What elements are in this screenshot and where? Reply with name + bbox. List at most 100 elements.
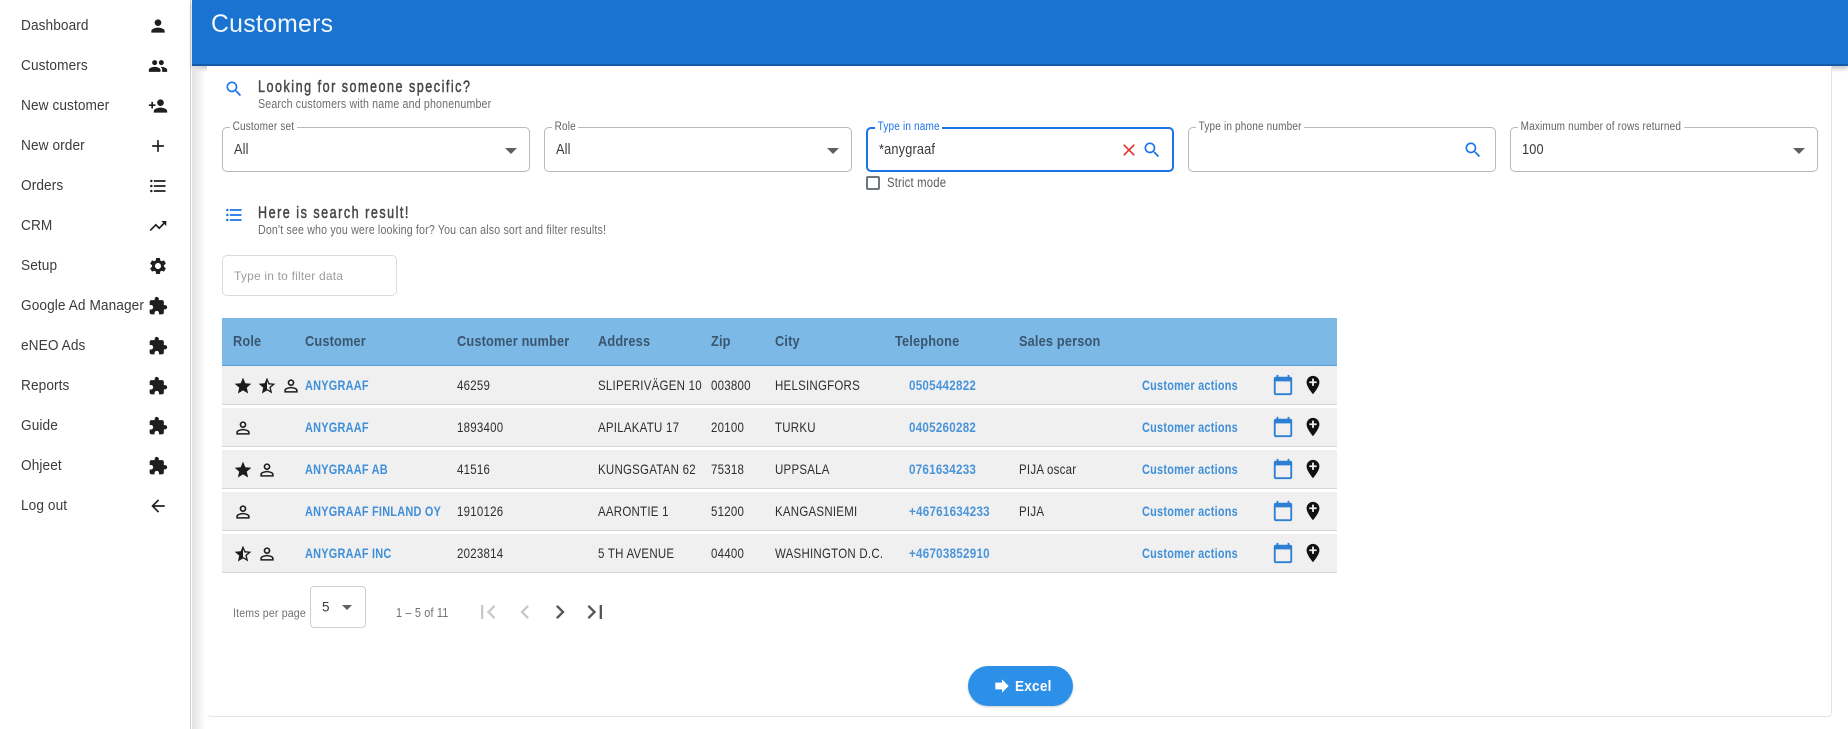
strict-mode-label: Strict mode	[887, 175, 946, 190]
trending-up-icon	[148, 216, 168, 236]
last-page-button[interactable]	[581, 598, 609, 626]
sidebar-item-label: New customer	[21, 86, 109, 126]
add-location-icon[interactable]	[1302, 458, 1324, 480]
person-icon	[148, 16, 168, 36]
sidebar-item-new-customer[interactable]: New customer	[0, 86, 190, 126]
sidebar-item-crm[interactable]: CRM	[0, 206, 190, 246]
table-header: Role Customer Customer number Address Zi…	[222, 318, 1337, 366]
sidebar-item-dashboard[interactable]: Dashboard	[0, 6, 190, 46]
telephone-link[interactable]: 0761634233	[909, 450, 976, 489]
sidebar-item-guide[interactable]: Guide	[0, 406, 190, 446]
col-customer[interactable]: Customer	[305, 318, 366, 365]
sidebar-item-ohjeet[interactable]: Ohjeet	[0, 446, 190, 486]
sidebar-item-customers[interactable]: Customers	[0, 46, 190, 86]
search-name-icon[interactable]	[1142, 140, 1162, 160]
col-city[interactable]: City	[775, 318, 800, 365]
col-address[interactable]: Address	[598, 318, 650, 365]
search-phone-icon[interactable]	[1463, 140, 1483, 160]
settings-icon	[148, 256, 168, 276]
customer-actions-link[interactable]: Customer actions	[1142, 408, 1238, 447]
customer-link[interactable]: ANYGRAAF AB	[305, 450, 388, 489]
excel-button-label: Excel	[1015, 678, 1052, 695]
telephone-link[interactable]: 0405260282	[909, 408, 976, 447]
calendar-icon[interactable]	[1272, 542, 1294, 564]
chevron-down-icon	[505, 148, 517, 154]
add-icon	[148, 136, 168, 156]
sidebar-item-label: New order	[21, 126, 85, 166]
star-half-icon	[257, 376, 277, 396]
extension-icon	[148, 416, 168, 436]
customer-number-cell: 46259	[457, 366, 490, 405]
add-location-icon[interactable]	[1302, 416, 1324, 438]
sidebar-item-reports[interactable]: Reports	[0, 366, 190, 406]
extension-icon	[148, 336, 168, 356]
sidebar-item-new-order[interactable]: New order	[0, 126, 190, 166]
sidebar-item-orders[interactable]: Orders	[0, 166, 190, 206]
last-page-icon	[581, 598, 609, 626]
previous-page-button[interactable]	[511, 598, 539, 626]
sidebar-item-label: Reports	[21, 366, 69, 406]
calendar-icon[interactable]	[1272, 458, 1294, 480]
sidebar-item-google-ad-manager[interactable]: Google Ad Manager	[0, 286, 190, 326]
sidebar-item-label: Orders	[21, 166, 63, 206]
customer-set-select[interactable]: Customer set All	[222, 127, 530, 172]
page-title: Customers	[211, 10, 333, 39]
clear-icon[interactable]	[1119, 140, 1139, 160]
phone-field-label: Type in phone number	[1196, 121, 1304, 133]
filter-input[interactable]	[222, 255, 397, 296]
customer-link[interactable]: ANYGRAAF	[305, 366, 369, 405]
strict-mode-row: Strict mode	[866, 175, 957, 190]
page-size-value: 5	[322, 600, 330, 615]
extension-icon	[148, 296, 168, 316]
strict-mode-checkbox[interactable]	[866, 176, 880, 190]
role-icons	[233, 534, 277, 573]
calendar-icon[interactable]	[1272, 500, 1294, 522]
telephone-link[interactable]: +46761634233	[909, 492, 990, 531]
person-outline-icon	[257, 460, 277, 480]
name-field[interactable]: Type in name *anygraaf	[866, 127, 1174, 172]
table-row: ANYGRAAF46259SLIPERIVÄGEN 10003800HELSIN…	[222, 366, 1337, 405]
role-icons	[233, 366, 301, 405]
sidebar-item-setup[interactable]: Setup	[0, 246, 190, 286]
role-icons	[233, 492, 253, 531]
telephone-link[interactable]: +46703852910	[909, 534, 990, 573]
address-cell: KUNGSGATAN 62	[598, 450, 696, 489]
col-customer-number[interactable]: Customer number	[457, 318, 569, 365]
chevron-left-icon	[511, 598, 539, 626]
first-page-button[interactable]	[474, 598, 502, 626]
calendar-icon[interactable]	[1272, 416, 1294, 438]
extension-icon	[148, 456, 168, 476]
col-zip[interactable]: Zip	[711, 318, 731, 365]
role-icons	[233, 450, 277, 489]
customer-actions-link[interactable]: Customer actions	[1142, 450, 1238, 489]
col-role[interactable]: Role	[233, 318, 261, 365]
sidebar: DashboardCustomersNew customerNew orderO…	[0, 0, 191, 729]
customer-link[interactable]: ANYGRAAF	[305, 408, 369, 447]
role-select[interactable]: Role All	[544, 127, 852, 172]
col-sales-person[interactable]: Sales person	[1019, 318, 1100, 365]
max-rows-select[interactable]: Maximum number of rows returned 100	[1510, 127, 1818, 172]
add-location-icon[interactable]	[1302, 500, 1324, 522]
role-value: All	[556, 128, 571, 171]
sidebar-item-label: Ohjeet	[21, 446, 62, 486]
customer-actions-link[interactable]: Customer actions	[1142, 492, 1238, 531]
calendar-icon[interactable]	[1272, 374, 1294, 396]
first-page-icon	[474, 598, 502, 626]
add-location-icon[interactable]	[1302, 542, 1324, 564]
col-telephone[interactable]: Telephone	[895, 318, 959, 365]
customer-actions-link[interactable]: Customer actions	[1142, 366, 1238, 405]
customer-actions-link[interactable]: Customer actions	[1142, 534, 1238, 573]
items-per-page-label: Items per page	[233, 606, 306, 620]
sidebar-item-log-out[interactable]: Log out	[0, 486, 190, 526]
next-page-button[interactable]	[546, 598, 574, 626]
page-size-select[interactable]: 5	[310, 586, 366, 628]
excel-button[interactable]: Excel	[968, 666, 1073, 706]
sidebar-item-eneo-ads[interactable]: eNEO Ads	[0, 326, 190, 366]
table-row: ANYGRAAF1893400APILAKATU 1720100TURKU040…	[222, 408, 1337, 447]
add-location-icon[interactable]	[1302, 374, 1324, 396]
phone-field[interactable]: Type in phone number	[1188, 127, 1496, 172]
customer-link[interactable]: ANYGRAAF INC	[305, 534, 392, 573]
customer-link[interactable]: ANYGRAAF FINLAND OY	[305, 492, 441, 531]
telephone-link[interactable]: 0505442822	[909, 366, 976, 405]
page: DashboardCustomersNew customerNew orderO…	[0, 0, 1848, 729]
